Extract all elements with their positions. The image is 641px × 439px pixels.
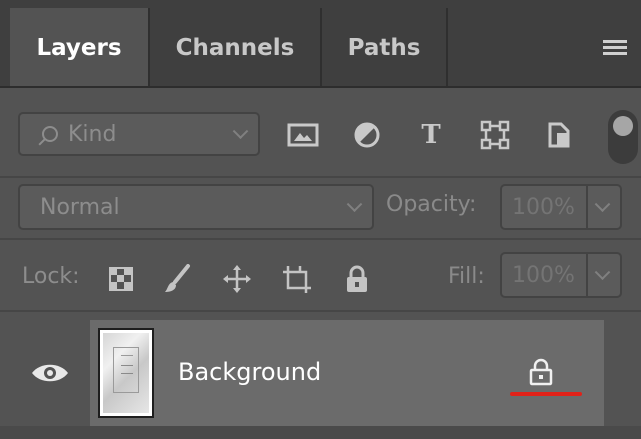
layer-row-background[interactable]: Background [0,314,641,426]
lock-artboard-icon[interactable] [282,264,312,294]
blend-mode-dropdown[interactable]: Normal [18,184,374,230]
filter-kind-dropdown[interactable]: Kind [18,112,260,156]
chevron-down-icon[interactable] [594,264,611,281]
filter-toggle-switch[interactable] [608,110,638,164]
layer-thumbnail [98,328,154,418]
layers-panel: Layers Channels Paths Kind T Normal Opac… [0,0,641,439]
chevron-down-icon[interactable] [594,196,611,213]
search-icon [42,126,58,142]
chevron-down-icon [232,123,249,140]
chevron-down-icon [346,196,363,213]
lock-row: Lock: Fill: 100% [0,240,641,312]
adjustment-layer-filter-icon[interactable] [350,120,384,150]
blend-row: Normal Opacity: 100% [0,178,641,240]
layer-name[interactable]: Background [178,358,321,386]
lock-position-icon[interactable] [222,264,252,294]
tab-layers[interactable]: Layers [10,8,150,88]
smart-object-filter-icon[interactable] [542,120,576,150]
lock-image-pixels-icon[interactable] [162,264,192,294]
fill-input[interactable]: 100% [500,252,622,298]
field-divider [586,254,588,296]
field-divider [586,186,588,228]
fill-label: Fill: [448,264,485,289]
visibility-eye-icon[interactable] [30,360,70,386]
lock-all-icon[interactable] [342,264,372,294]
tab-channels[interactable]: Channels [150,8,322,88]
blend-mode-value: Normal [40,194,120,220]
layer-lock-icon[interactable] [528,358,554,386]
panel-bottom-edge [0,426,641,439]
filter-row: Kind T [0,90,641,178]
annotation-underline [510,392,582,396]
layer-selection-highlight [90,320,604,426]
tab-bar-divider [0,86,641,88]
panel-menu-icon[interactable] [603,40,627,58]
opacity-input[interactable]: 100% [500,184,622,230]
filter-kind-label: Kind [68,121,117,147]
lock-label: Lock: [22,264,80,289]
pixel-layer-filter-icon[interactable] [286,120,320,150]
type-layer-filter-icon[interactable]: T [414,120,448,150]
tab-paths[interactable]: Paths [322,8,448,88]
opacity-value: 100% [512,194,575,220]
shape-layer-filter-icon[interactable] [478,120,512,150]
panel-tab-bar: Layers Channels Paths [0,0,641,88]
lock-transparent-pixels-icon[interactable] [106,264,136,294]
fill-value: 100% [512,262,575,288]
opacity-label: Opacity: [386,192,477,217]
